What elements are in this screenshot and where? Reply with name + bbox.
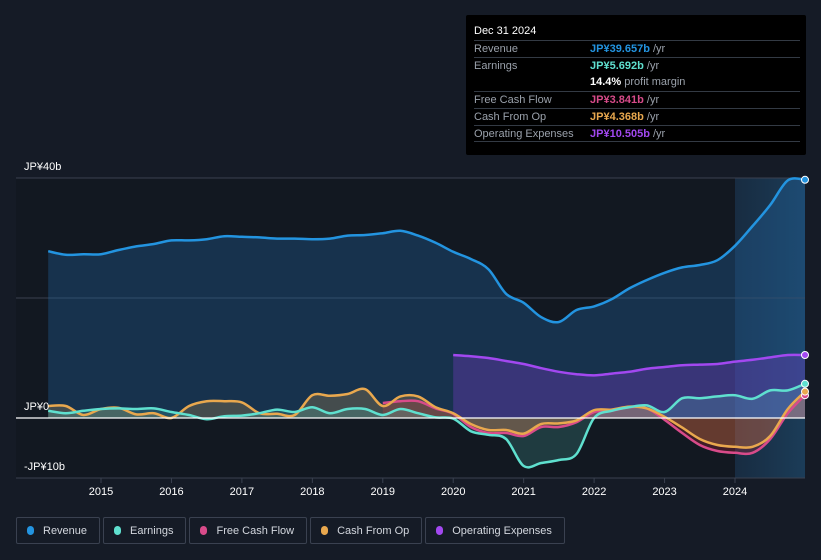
legend-label: Earnings: [130, 524, 174, 537]
series-endpoint-cash-from-op: [801, 387, 809, 396]
tooltip-label: Earnings: [474, 60, 518, 72]
series-endpoint-earnings: [801, 379, 809, 388]
series-endpoint-operating-expenses: [801, 351, 809, 359]
legend-dot-icon: [114, 526, 122, 535]
x-tick-label: 2021: [511, 486, 535, 498]
legend-dot-icon: [200, 526, 208, 535]
tooltip-value-unit: /yr: [643, 60, 660, 72]
legend: Revenue Earnings Free Cash Flow Cash From O…: [16, 517, 565, 544]
x-tick-label: 2024: [723, 486, 747, 498]
tooltip-value-number: 14.4%: [590, 76, 622, 88]
legend-dot-icon: [27, 526, 34, 535]
tooltip-value-number: JP¥4.368b: [590, 111, 644, 123]
series-endpoint-revenue: [801, 175, 809, 184]
tooltip-label: Free Cash Flow: [474, 94, 552, 106]
tooltip-value-unit: /yr: [643, 94, 660, 106]
tooltip-value: JP¥10.505b /yr: [590, 128, 665, 140]
legend-item-revenue[interactable]: Revenue: [16, 517, 101, 544]
tooltip-value-unit: /yr: [649, 128, 666, 140]
tooltip-row: Revenue JP¥39.657b /yr: [474, 40, 800, 58]
legend-item-free-cash-flow[interactable]: Free Cash Flow: [189, 517, 308, 544]
tooltip-divider: [474, 141, 800, 142]
tooltip-value-unit: /yr: [643, 111, 660, 123]
legend-label: Free Cash Flow: [216, 524, 295, 537]
x-tick-label: 2023: [652, 486, 676, 498]
tooltip-row: 14.4% profit margin: [474, 74, 800, 91]
y-tick-label: JP¥40b: [24, 161, 61, 173]
x-tick-label: 2015: [89, 486, 113, 498]
legend-item-operating-expenses[interactable]: Operating Expenses: [425, 517, 565, 544]
x-tick-label: 2017: [230, 486, 254, 498]
y-tick-label: -JP¥10b: [24, 461, 65, 473]
x-tick-label: 2018: [300, 486, 324, 498]
tooltip-panel: Dec 31 2024 Revenue JP¥39.657b /yr Earning…: [466, 15, 806, 155]
x-tick-label: 2019: [371, 486, 395, 498]
tooltip-row: Cash From Op JP¥4.368b /yr: [474, 108, 800, 126]
legend-label: Operating Expenses: [452, 524, 552, 537]
tooltip-row: Earnings JP¥5.692b /yr: [474, 57, 800, 75]
tooltip-label: Cash From Op: [474, 111, 547, 123]
tooltip-value-number: JP¥10.505b: [590, 128, 650, 140]
tooltip-value-number: JP¥3.841b: [590, 94, 644, 106]
tooltip-value: JP¥5.692b /yr: [590, 60, 659, 72]
legend-label: Revenue: [43, 524, 88, 537]
tooltip-value: JP¥3.841b /yr: [590, 94, 659, 106]
y-tick-label: JP¥0: [24, 401, 49, 413]
x-tick-label: 2020: [441, 486, 465, 498]
tooltip-label: Revenue: [474, 43, 519, 55]
tooltip-value: JP¥39.657b /yr: [590, 43, 665, 55]
tooltip-row: Free Cash Flow JP¥3.841b /yr: [474, 91, 800, 109]
tooltip-date: Dec 31 2024: [474, 25, 537, 37]
tooltip-value-number: JP¥5.692b: [590, 60, 644, 72]
legend-dot-icon: [321, 526, 329, 535]
tooltip-value: JP¥4.368b /yr: [590, 111, 659, 123]
tooltip-value: 14.4% profit margin: [590, 76, 685, 88]
tooltip-value-unit: profit margin: [621, 76, 686, 88]
legend-item-cash-from-op[interactable]: Cash From Op: [310, 517, 423, 544]
legend-dot-icon: [436, 526, 444, 535]
tooltip-value-number: JP¥39.657b: [590, 43, 650, 55]
legend-label: Cash From Op: [337, 524, 410, 537]
tooltip-label: Operating Expenses: [474, 128, 574, 140]
x-tick-label: 2022: [582, 486, 606, 498]
legend-item-earnings[interactable]: Earnings: [103, 517, 187, 544]
tooltip-value-unit: /yr: [649, 43, 666, 55]
x-tick-label: 2016: [159, 486, 183, 498]
